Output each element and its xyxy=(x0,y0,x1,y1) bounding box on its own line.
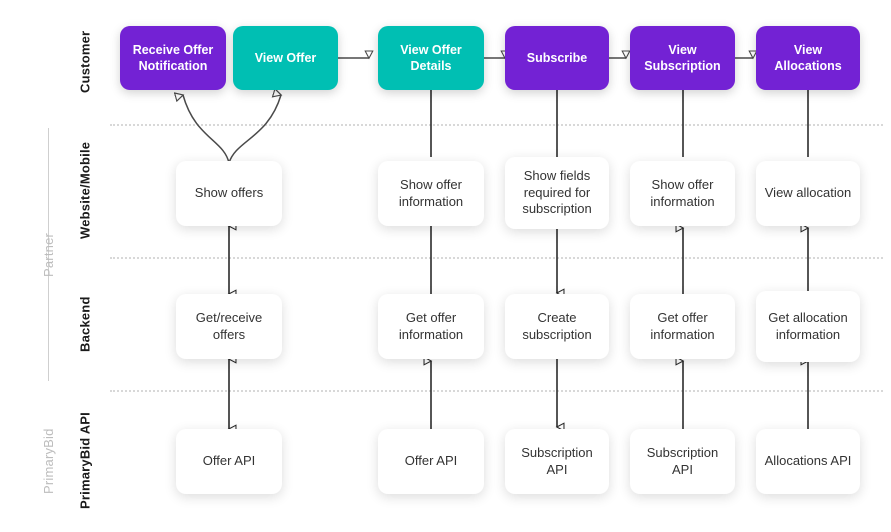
node-view-allocation[interactable]: View allocation xyxy=(756,161,860,226)
node-show-offers[interactable]: Show offers xyxy=(176,161,282,226)
node-subscribe[interactable]: Subscribe xyxy=(505,26,609,90)
node-subscription-api-2[interactable]: Subscription API xyxy=(630,429,735,494)
node-get-offer-information-2[interactable]: Get offer information xyxy=(630,294,735,359)
node-allocations-api[interactable]: Allocations API xyxy=(756,429,860,494)
node-view-subscription[interactable]: View Subscription xyxy=(630,26,735,90)
node-show-fields-required-for-subscription[interactable]: Show fields required for subscription xyxy=(505,157,609,229)
node-view-offer[interactable]: View Offer xyxy=(233,26,338,90)
node-offer-api-2[interactable]: Offer API xyxy=(378,429,484,494)
node-view-offer-details[interactable]: View Offer Details xyxy=(378,26,484,90)
node-get-allocation-information[interactable]: Get allocation information xyxy=(756,291,860,362)
node-view-allocations[interactable]: View Allocations xyxy=(756,26,860,90)
node-get-receive-offers[interactable]: Get/receive offers xyxy=(176,294,282,359)
node-receive-offer-notification[interactable]: Receive Offer Notification xyxy=(120,26,226,90)
node-show-offer-information-1[interactable]: Show offer information xyxy=(378,161,484,226)
swimlane-diagram: Partner PrimaryBid Customer Website/Mobi… xyxy=(0,0,891,532)
node-show-offer-information-2[interactable]: Show offer information xyxy=(630,161,735,226)
node-create-subscription[interactable]: Create subscription xyxy=(505,294,609,359)
node-get-offer-information-1[interactable]: Get offer information xyxy=(378,294,484,359)
node-offer-api-1[interactable]: Offer API xyxy=(176,429,282,494)
node-subscription-api-1[interactable]: Subscription API xyxy=(505,429,609,494)
